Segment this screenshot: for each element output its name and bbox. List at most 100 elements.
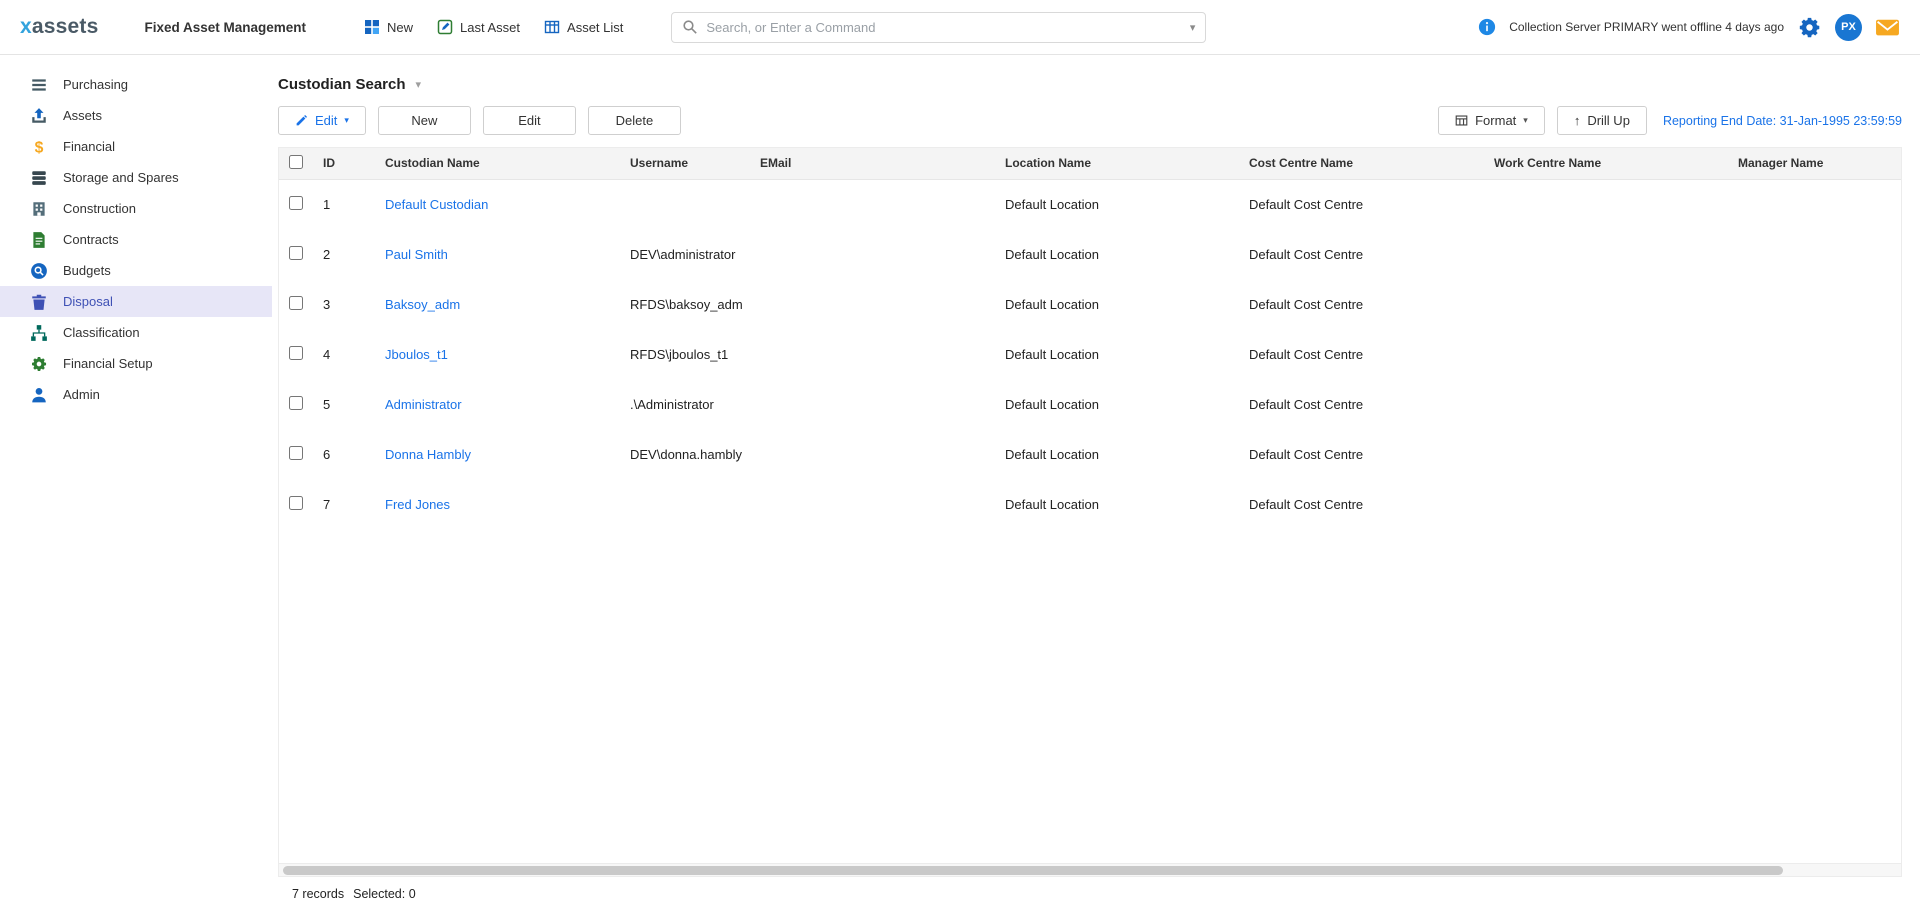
sidebar-item-classification[interactable]: Classification: [0, 317, 272, 348]
column-header-custodian-name[interactable]: Custodian Name: [377, 148, 622, 179]
horizontal-scrollbar-thumb[interactable]: [283, 866, 1783, 875]
sidebar-item-construction[interactable]: Construction: [0, 193, 272, 224]
sidebar-item-budgets[interactable]: Budgets: [0, 255, 272, 286]
column-header-id[interactable]: ID: [315, 148, 377, 179]
settings-gear-icon[interactable]: [1797, 15, 1822, 40]
sidebar-item-disposal[interactable]: Disposal: [0, 286, 272, 317]
svg-text:$: $: [35, 139, 44, 155]
asset-list-icon: [544, 19, 560, 35]
search-input[interactable]: [706, 20, 1181, 35]
edit-menu-label: Edit: [315, 113, 337, 128]
search-icon: [682, 19, 698, 35]
cell-manager: [1730, 429, 1901, 479]
column-header-manager-name[interactable]: Manager Name: [1730, 148, 1901, 179]
page-title-row: Custodian Search ▾: [278, 71, 1902, 97]
grid-footer: 7 records Selected: 0: [278, 877, 1902, 911]
cell-custodian-name: Default Custodian: [377, 179, 622, 229]
delete-button[interactable]: Delete: [588, 106, 681, 135]
quick-action-label: Last Asset: [460, 20, 520, 35]
quick-action-label: Asset List: [567, 20, 623, 35]
cell-location: Default Location: [997, 229, 1241, 279]
table-row: 7Fred JonesDefault LocationDefault Cost …: [279, 479, 1901, 529]
cell-email: [752, 479, 997, 529]
row-checkbox[interactable]: [289, 246, 303, 260]
sidebar-item-label: Contracts: [63, 232, 119, 247]
select-all-checkbox[interactable]: [289, 155, 303, 169]
mail-icon[interactable]: [1875, 15, 1900, 40]
cell-manager: [1730, 329, 1901, 379]
sidebar-item-financial-setup[interactable]: Financial Setup: [0, 348, 272, 379]
cell-work-centre: [1486, 379, 1730, 429]
custodian-link[interactable]: Donna Hambly: [385, 447, 471, 462]
horizontal-scrollbar[interactable]: [279, 863, 1901, 876]
reporting-end-date-link[interactable]: Reporting End Date: 31-Jan-1995 23:59:59: [1663, 114, 1902, 128]
quick-action-asset-list[interactable]: Asset List: [544, 19, 623, 35]
cell-custodian-name: Paul Smith: [377, 229, 622, 279]
arrow-up-icon: ↑: [1574, 113, 1581, 128]
purchasing-icon: [30, 76, 48, 94]
custodian-link[interactable]: Administrator: [385, 397, 462, 412]
financial-setup-icon: [30, 355, 48, 373]
cell-cost-centre: Default Cost Centre: [1241, 379, 1486, 429]
page-title: Custodian Search: [278, 76, 406, 93]
new-button[interactable]: New: [378, 106, 471, 135]
avatar[interactable]: PX: [1835, 14, 1862, 41]
info-icon[interactable]: [1478, 18, 1496, 36]
custodian-link[interactable]: Fred Jones: [385, 497, 450, 512]
sidebar-item-financial[interactable]: $Financial: [0, 131, 272, 162]
assets-icon: [30, 107, 48, 125]
sidebar-item-purchasing[interactable]: Purchasing: [0, 69, 272, 100]
sidebar-item-label: Storage and Spares: [63, 170, 179, 185]
cell-work-centre: [1486, 229, 1730, 279]
row-checkbox[interactable]: [289, 396, 303, 410]
search-chevron-down-icon[interactable]: ▾: [1190, 21, 1196, 34]
format-label: Format: [1475, 113, 1516, 128]
sidebar-item-label: Purchasing: [63, 77, 128, 92]
admin-icon: [30, 386, 48, 404]
sidebar-item-storage-and-spares[interactable]: Storage and Spares: [0, 162, 272, 193]
cell-location: Default Location: [997, 279, 1241, 329]
quick-action-last-asset[interactable]: Last Asset: [437, 19, 520, 35]
quick-action-new[interactable]: New: [364, 19, 413, 35]
column-header-cost-centre-name[interactable]: Cost Centre Name: [1241, 148, 1486, 179]
page-title-dropdown-icon[interactable]: ▾: [416, 78, 422, 91]
cell-username: [622, 479, 752, 529]
cell-location: Default Location: [997, 429, 1241, 479]
sidebar-item-label: Construction: [63, 201, 136, 216]
cell-username: .\Administrator: [622, 379, 752, 429]
row-checkbox[interactable]: [289, 296, 303, 310]
sidebar-item-admin[interactable]: Admin: [0, 379, 272, 410]
row-checkbox[interactable]: [289, 196, 303, 210]
command-search-box[interactable]: ▾: [671, 12, 1206, 43]
column-header-work-centre-name[interactable]: Work Centre Name: [1486, 148, 1730, 179]
sidebar-item-assets[interactable]: Assets: [0, 100, 272, 131]
row-checkbox[interactable]: [289, 496, 303, 510]
column-header-location-name[interactable]: Location Name: [997, 148, 1241, 179]
custodian-link[interactable]: Default Custodian: [385, 197, 488, 212]
row-checkbox[interactable]: [289, 346, 303, 360]
drill-up-button[interactable]: ↑ Drill Up: [1557, 106, 1647, 135]
column-header-username[interactable]: Username: [622, 148, 752, 179]
edit-button[interactable]: Edit: [483, 106, 576, 135]
format-caret-icon: ▾: [1523, 115, 1528, 126]
cell-manager: [1730, 179, 1901, 229]
sidebar-item-contracts[interactable]: Contracts: [0, 224, 272, 255]
column-header-email[interactable]: EMail: [752, 148, 997, 179]
topbar-right: Collection Server PRIMARY went offline 4…: [1478, 14, 1900, 41]
logo-text: assets: [32, 15, 99, 38]
format-button[interactable]: Format ▾: [1438, 106, 1545, 135]
disposal-icon: [30, 293, 48, 311]
cell-email: [752, 229, 997, 279]
custodian-link[interactable]: Baksoy_adm: [385, 297, 460, 312]
edit-menu-button[interactable]: Edit ▾: [278, 106, 366, 135]
cell-work-centre: [1486, 429, 1730, 479]
row-checkbox[interactable]: [289, 446, 303, 460]
custodian-link[interactable]: Jboulos_t1: [385, 347, 448, 362]
custodian-link[interactable]: Paul Smith: [385, 247, 448, 262]
new-icon: [364, 19, 380, 35]
cell-work-centre: [1486, 179, 1730, 229]
cell-work-centre: [1486, 479, 1730, 529]
cell-custodian-name: Baksoy_adm: [377, 279, 622, 329]
cell-cost-centre: Default Cost Centre: [1241, 229, 1486, 279]
app-logo[interactable]: xassets: [20, 15, 98, 39]
